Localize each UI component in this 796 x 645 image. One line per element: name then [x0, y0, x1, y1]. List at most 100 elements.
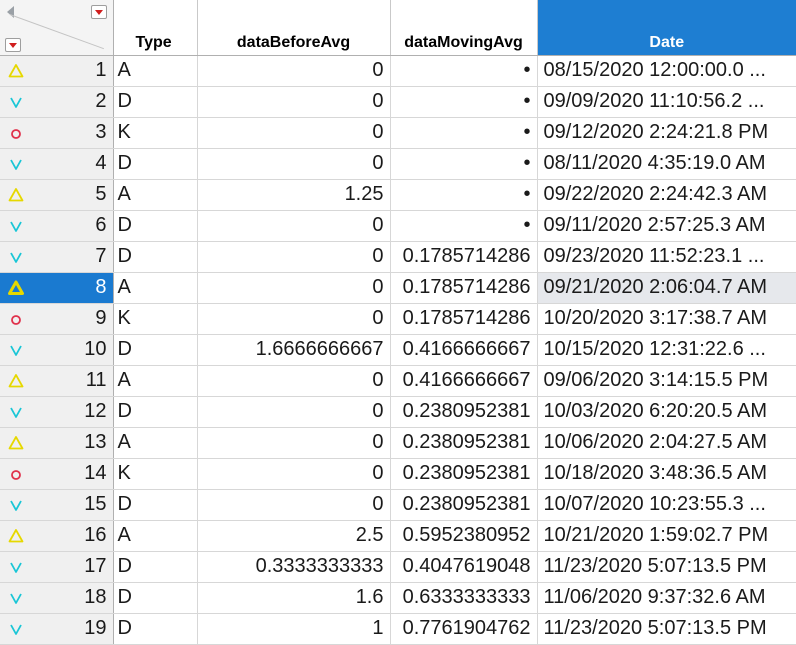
row-number[interactable]: 15 — [37, 489, 114, 521]
cell-databeforeavg[interactable]: 1.6666666667 — [197, 334, 391, 366]
cell-databeforeavg[interactable]: 1.6 — [197, 582, 391, 614]
column-header-datamovingavg[interactable]: dataMovingAvg — [390, 0, 538, 56]
cell-date[interactable]: 08/11/2020 4:35:19.0 AM — [537, 148, 796, 180]
cell-type[interactable]: D — [113, 86, 198, 118]
cell-databeforeavg[interactable]: 0 — [197, 86, 391, 118]
cell-datamovingavg[interactable]: 0.7761904762 — [390, 613, 538, 645]
table-row[interactable]: 19 D 1 0.7761904762 11/23/2020 5:07:13.5 PM — [0, 613, 796, 645]
column-header-databeforeavg[interactable]: dataBeforeAvg — [197, 0, 391, 56]
cell-databeforeavg[interactable]: 0 — [197, 272, 391, 304]
cell-type[interactable]: D — [113, 241, 198, 273]
cell-datamovingavg[interactable]: • — [390, 117, 538, 149]
cell-type[interactable]: A — [113, 179, 198, 211]
columns-menu-icon[interactable] — [91, 5, 107, 19]
cell-type[interactable]: D — [113, 334, 198, 366]
cell-type[interactable]: D — [113, 551, 198, 583]
row-number[interactable]: 3 — [37, 117, 114, 149]
row-marker-cell[interactable] — [0, 303, 37, 335]
row-marker-cell[interactable] — [0, 241, 37, 273]
row-marker-cell[interactable] — [0, 334, 37, 366]
cell-datamovingavg[interactable]: • — [390, 148, 538, 180]
row-number[interactable]: 10 — [37, 334, 114, 366]
cell-databeforeavg[interactable]: 0 — [197, 396, 391, 428]
table-row[interactable]: 15 D 0 0.2380952381 10/07/2020 10:23:55.3 ..… — [0, 489, 796, 521]
row-number[interactable]: 4 — [37, 148, 114, 180]
cell-type[interactable]: D — [113, 396, 198, 428]
cell-databeforeavg[interactable]: 0 — [197, 241, 391, 273]
cell-datamovingavg[interactable]: 0.4166666667 — [390, 334, 538, 366]
cell-datamovingavg[interactable]: • — [390, 179, 538, 211]
cell-date[interactable]: 09/22/2020 2:24:42.3 AM — [537, 179, 796, 211]
cell-date[interactable]: 10/20/2020 3:17:38.7 AM — [537, 303, 796, 335]
row-number[interactable]: 8 — [37, 272, 114, 304]
table-row[interactable]: 5 A 1.25 • 09/22/2020 2:24:42.3 AM — [0, 179, 796, 211]
table-row[interactable]: 4 D 0 • 08/11/2020 4:35:19.0 AM — [0, 148, 796, 180]
cell-date[interactable]: 10/07/2020 10:23:55.3 ... — [537, 489, 796, 521]
cell-date[interactable]: 10/15/2020 12:31:22.6 ... — [537, 334, 796, 366]
table-row[interactable]: 13 A 0 0.2380952381 10/06/2020 2:04:27.5 AM — [0, 427, 796, 459]
cell-databeforeavg[interactable]: 1 — [197, 613, 391, 645]
row-marker-cell[interactable] — [0, 613, 37, 645]
cell-databeforeavg[interactable]: 0 — [197, 148, 391, 180]
column-header-date[interactable]: Date — [537, 0, 796, 56]
table-row[interactable]: 11 A 0 0.4166666667 09/06/2020 3:14:15.5 PM — [0, 365, 796, 397]
cell-date[interactable]: 10/06/2020 2:04:27.5 AM — [537, 427, 796, 459]
cell-datamovingavg[interactable]: 0.1785714286 — [390, 303, 538, 335]
row-number[interactable]: 7 — [37, 241, 114, 273]
cell-datamovingavg[interactable]: 0.2380952381 — [390, 396, 538, 428]
row-marker-cell[interactable] — [0, 396, 37, 428]
row-marker-cell[interactable] — [0, 272, 37, 304]
cell-date[interactable]: 11/23/2020 5:07:13.5 PM — [537, 613, 796, 645]
cell-type[interactable]: D — [113, 148, 198, 180]
cell-type[interactable]: A — [113, 365, 198, 397]
cell-datamovingavg[interactable]: 0.1785714286 — [390, 272, 538, 304]
cell-type[interactable]: A — [113, 55, 198, 87]
row-marker-cell[interactable] — [0, 582, 37, 614]
row-number[interactable]: 9 — [37, 303, 114, 335]
cell-date[interactable]: 10/18/2020 3:48:36.5 AM — [537, 458, 796, 490]
cell-type[interactable]: A — [113, 272, 198, 304]
table-row[interactable]: 6 D 0 • 09/11/2020 2:57:25.3 AM — [0, 210, 796, 242]
rows-menu-icon[interactable] — [5, 38, 21, 52]
cell-date[interactable]: 09/21/2020 2:06:04.7 AM — [537, 272, 796, 304]
cell-type[interactable]: D — [113, 210, 198, 242]
cell-databeforeavg[interactable]: 0 — [197, 458, 391, 490]
cell-date[interactable]: 09/06/2020 3:14:15.5 PM — [537, 365, 796, 397]
cell-date[interactable]: 09/09/2020 11:10:56.2 ... — [537, 86, 796, 118]
cell-databeforeavg[interactable]: 0 — [197, 303, 391, 335]
cell-databeforeavg[interactable]: 0 — [197, 55, 391, 87]
row-marker-cell[interactable] — [0, 210, 37, 242]
cell-date[interactable]: 09/23/2020 11:52:23.1 ... — [537, 241, 796, 273]
cell-date[interactable]: 10/03/2020 6:20:20.5 AM — [537, 396, 796, 428]
row-number[interactable]: 11 — [37, 365, 114, 397]
row-number[interactable]: 14 — [37, 458, 114, 490]
cell-date[interactable]: 11/23/2020 5:07:13.5 PM — [537, 551, 796, 583]
cell-datamovingavg[interactable]: 0.6333333333 — [390, 582, 538, 614]
table-row[interactable]: 2 D 0 • 09/09/2020 11:10:56.2 ... — [0, 86, 796, 118]
cell-datamovingavg[interactable]: 0.1785714286 — [390, 241, 538, 273]
row-number[interactable]: 2 — [37, 86, 114, 118]
cell-datamovingavg[interactable]: 0.4166666667 — [390, 365, 538, 397]
cell-datamovingavg[interactable]: 0.2380952381 — [390, 458, 538, 490]
row-marker-cell[interactable] — [0, 489, 37, 521]
cell-databeforeavg[interactable]: 0.3333333333 — [197, 551, 391, 583]
row-number[interactable]: 17 — [37, 551, 114, 583]
cell-databeforeavg[interactable]: 1.25 — [197, 179, 391, 211]
row-marker-cell[interactable] — [0, 148, 37, 180]
row-marker-cell[interactable] — [0, 458, 37, 490]
cell-date[interactable]: 10/21/2020 1:59:02.7 PM — [537, 520, 796, 552]
cell-databeforeavg[interactable]: 0 — [197, 427, 391, 459]
cell-type[interactable]: K — [113, 303, 198, 335]
cell-datamovingavg[interactable]: 0.2380952381 — [390, 489, 538, 521]
table-row[interactable]: 16 A 2.5 0.5952380952 10/21/2020 1:59:02.7 P… — [0, 520, 796, 552]
table-row[interactable]: 7 D 0 0.1785714286 09/23/2020 11:52:23.1 ... — [0, 241, 796, 273]
row-marker-cell[interactable] — [0, 117, 37, 149]
row-number[interactable]: 18 — [37, 582, 114, 614]
cell-date[interactable]: 11/06/2020 9:37:32.6 AM — [537, 582, 796, 614]
cell-datamovingavg[interactable]: 0.5952380952 — [390, 520, 538, 552]
table-row[interactable]: 9 K 0 0.1785714286 10/20/2020 3:17:38.7 AM — [0, 303, 796, 335]
cell-databeforeavg[interactable]: 0 — [197, 489, 391, 521]
row-number[interactable]: 16 — [37, 520, 114, 552]
cell-type[interactable]: D — [113, 613, 198, 645]
row-marker-cell[interactable] — [0, 365, 37, 397]
